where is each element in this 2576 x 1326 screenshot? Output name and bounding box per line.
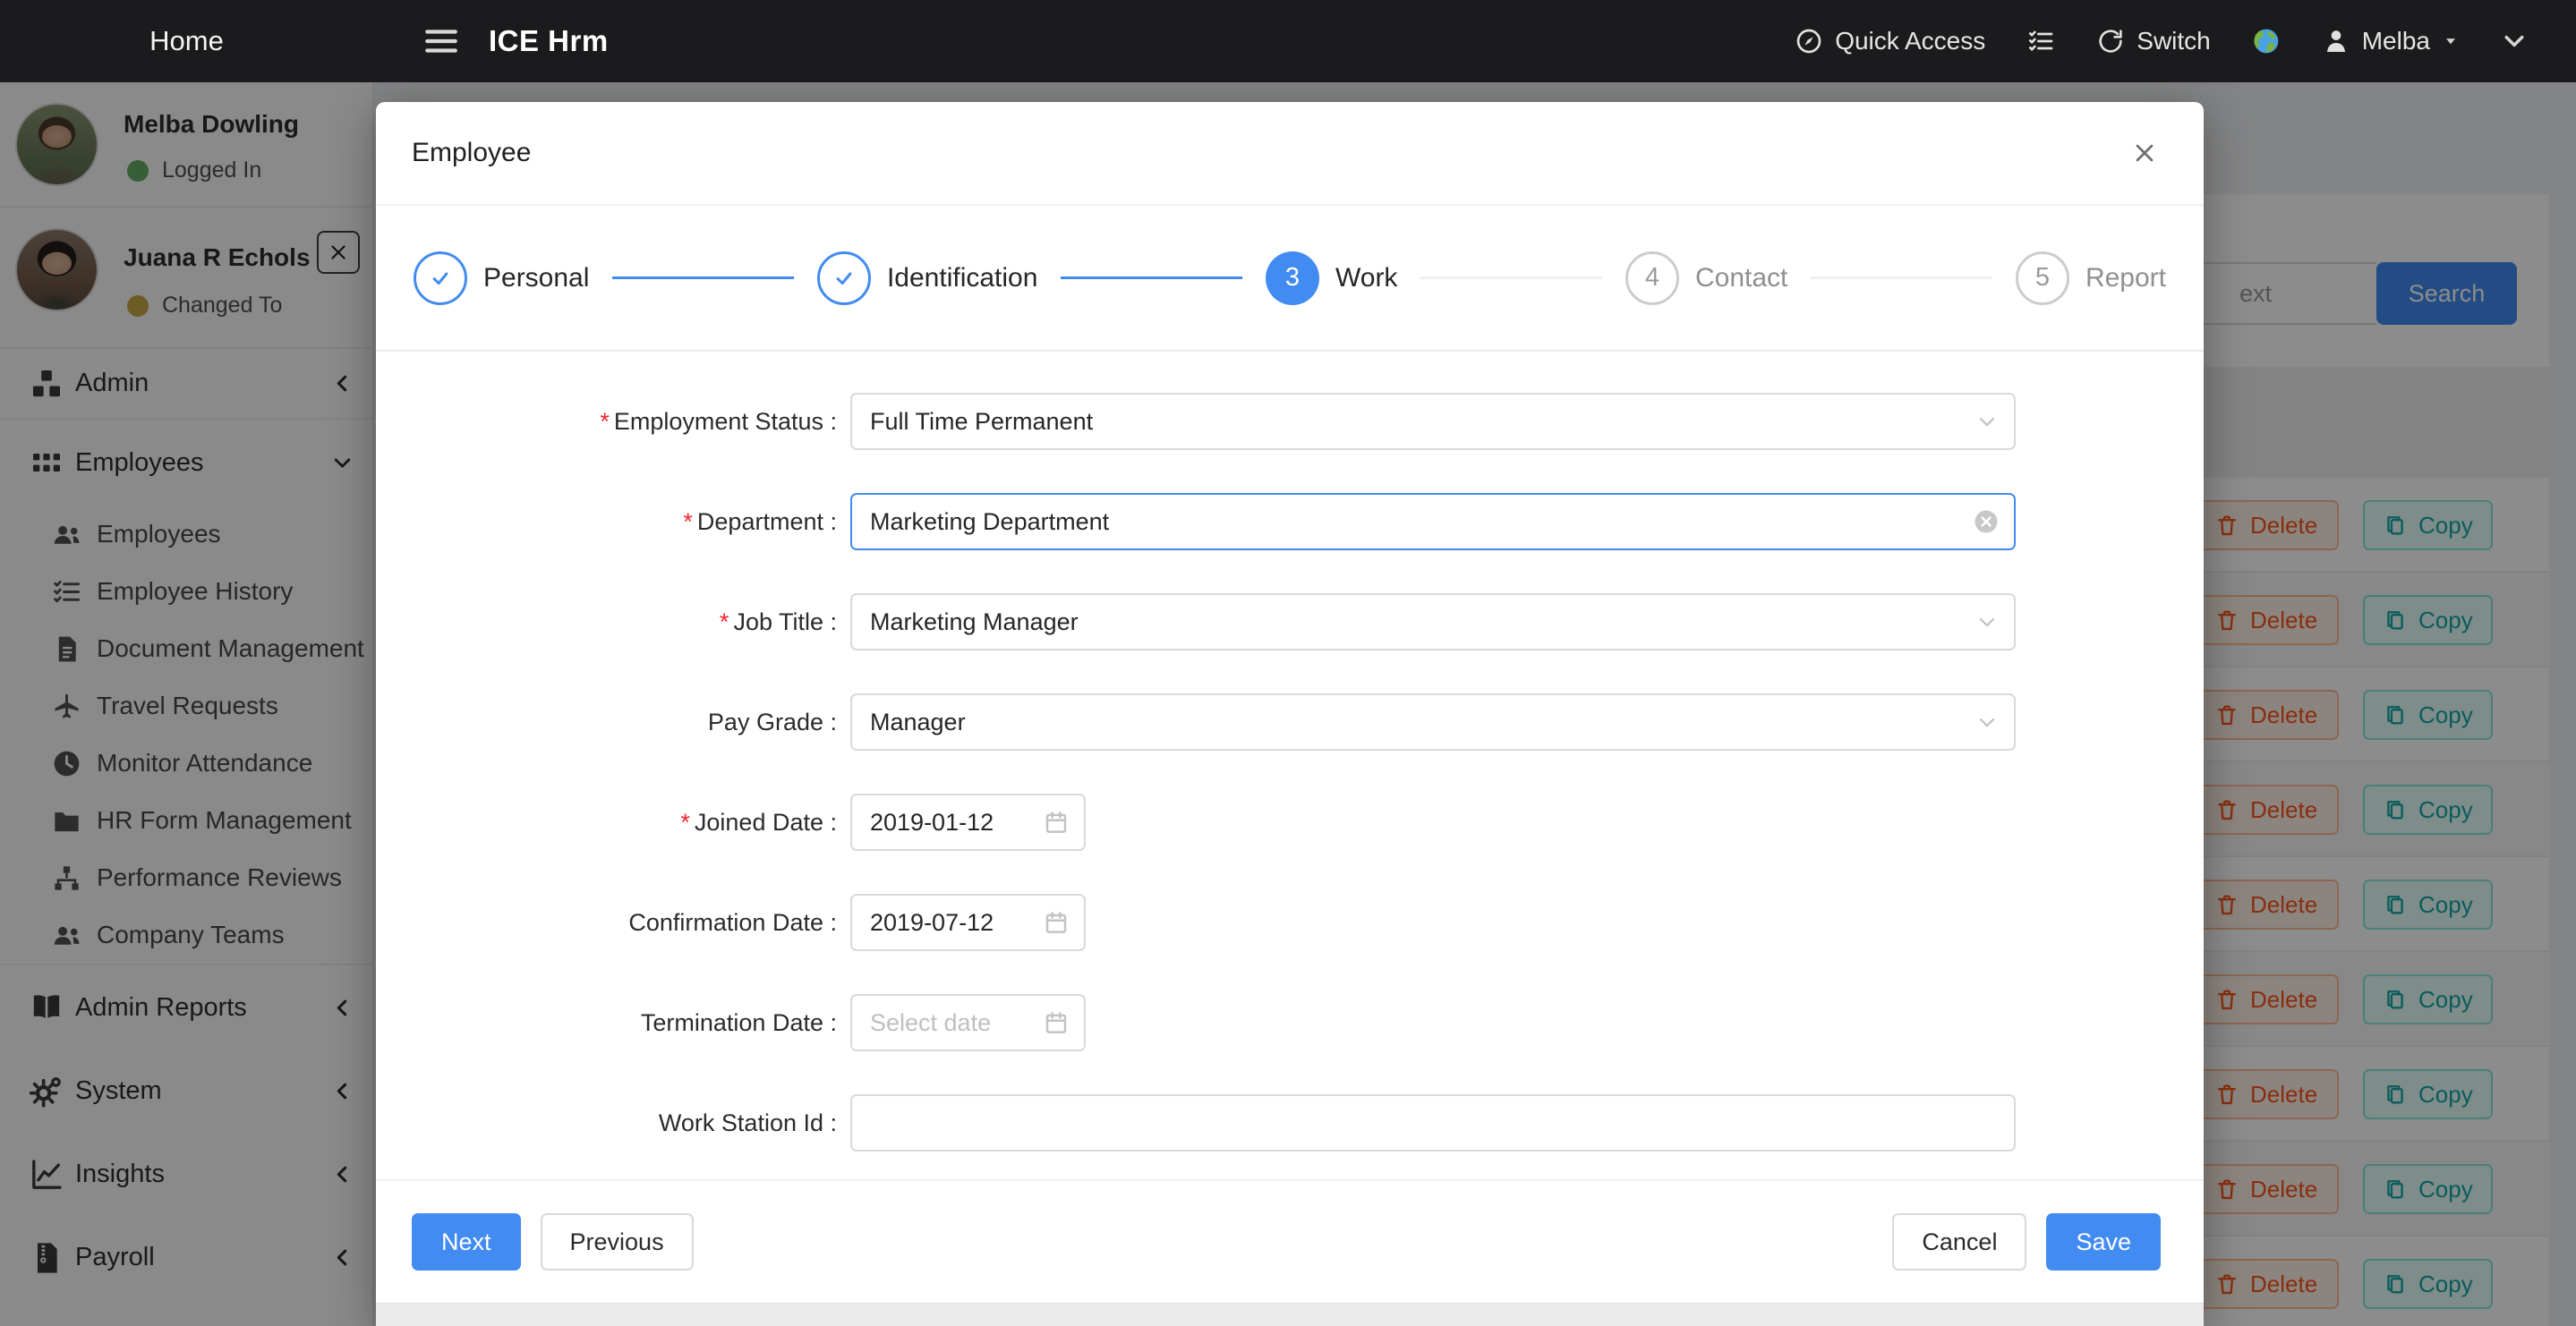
select-chevron-icon xyxy=(1975,609,2000,634)
globe-icon xyxy=(2252,27,2281,55)
form-row-employment-status: *Employment Status : Full Time Permanent xyxy=(412,393,2204,450)
required-asterisk: * xyxy=(720,608,729,635)
step-label: Contact xyxy=(1695,263,1787,293)
job-titleselect[interactable]: Marketing Manager xyxy=(850,593,2016,650)
form-row-job-title: *Job Title : Marketing Manager xyxy=(412,593,2204,650)
switch-icon xyxy=(2096,27,2125,55)
field-value: 2019-07-12 xyxy=(870,909,994,937)
step-connector xyxy=(612,276,794,279)
step-circle xyxy=(817,251,871,305)
required-asterisk: * xyxy=(600,408,610,435)
app-title: ICE Hrm xyxy=(489,24,609,58)
required-asterisk: * xyxy=(680,809,690,836)
field-value: Marketing Manager xyxy=(870,608,1079,636)
field-label: *Joined Date : xyxy=(412,809,837,837)
form-row-termination-date: Termination Date : Select date xyxy=(412,994,2204,1051)
clear-icon xyxy=(1973,508,2000,535)
step-label: Work xyxy=(1335,263,1397,293)
step-connector xyxy=(1811,276,1992,279)
field-label: Confirmation Date : xyxy=(412,909,837,937)
check-icon xyxy=(831,265,857,292)
hamburger-icon[interactable] xyxy=(422,22,460,60)
form-row-joined-date: *Joined Date : 2019-01-12 xyxy=(412,794,2204,851)
field-value: Manager xyxy=(870,709,966,736)
form-row-pay-grade: Pay Grade : Manager xyxy=(412,693,2204,751)
step-circle: 3 xyxy=(1266,251,1319,305)
field-value: Select date xyxy=(870,1009,991,1037)
select-chevron-icon xyxy=(1975,409,2000,434)
compass-icon xyxy=(1795,27,1823,55)
language-globe-button[interactable] xyxy=(2252,27,2281,55)
task-list-button[interactable] xyxy=(2026,27,2055,55)
person-icon xyxy=(2322,27,2350,55)
calendar-icon xyxy=(1043,809,1070,836)
confirmation-datedate-picker[interactable]: 2019-07-12 xyxy=(850,894,1086,951)
caret-down-icon xyxy=(2442,32,2460,50)
check-icon xyxy=(427,265,454,292)
cancel-button[interactable]: Cancel xyxy=(1892,1213,2026,1271)
step-label: Identification xyxy=(887,263,1037,293)
user-menu-label: Melba xyxy=(2362,27,2430,55)
step-circle: 5 xyxy=(2016,251,2069,305)
field-value: 2019-01-12 xyxy=(870,809,994,837)
save-button[interactable]: Save xyxy=(2046,1213,2161,1271)
field-label: Termination Date : xyxy=(412,1009,837,1037)
switch-label: Switch xyxy=(2137,27,2210,55)
collapse-chevron-icon[interactable] xyxy=(2501,28,2528,55)
required-asterisk: * xyxy=(683,508,693,535)
field-label: Work Station Id : xyxy=(412,1109,837,1137)
step-report: 5 Report xyxy=(2016,251,2166,305)
step-circle xyxy=(414,251,467,305)
calendar-icon xyxy=(1043,909,1070,936)
step-personal: Personal xyxy=(414,251,589,305)
step-wizard: Personal Identification 3 Work 4 Contact 5 Repo… xyxy=(376,206,2204,352)
modal-close-icon[interactable] xyxy=(2130,139,2159,167)
employee-modal: Employee Personal Identification 3 Work 4 Con… xyxy=(376,102,2204,1326)
work-form: *Employment Status :Full Time Permanent*… xyxy=(376,352,2204,1181)
previous-button[interactable]: Previous xyxy=(541,1213,694,1271)
modal-bottom-strip xyxy=(376,1303,2204,1326)
form-row-department: *Department : Marketing Department xyxy=(412,493,2204,550)
task-list-icon xyxy=(2026,27,2055,55)
joined-datedate-picker[interactable]: 2019-01-12 xyxy=(850,794,1086,851)
form-row-work-station-id: Work Station Id : xyxy=(412,1094,2204,1152)
step-connector xyxy=(1061,276,1242,279)
step-label: Report xyxy=(2086,263,2166,293)
switch-button[interactable]: Switch xyxy=(2096,27,2210,55)
field-label: Pay Grade : xyxy=(412,709,837,736)
field-value: Full Time Permanent xyxy=(870,408,1093,436)
step-identification: Identification xyxy=(817,251,1037,305)
pay-gradeselect[interactable]: Manager xyxy=(850,693,2016,751)
termination-datedate-picker[interactable]: Select date xyxy=(850,994,1086,1051)
calendar-icon xyxy=(1043,1009,1070,1036)
home-link[interactable]: Home xyxy=(0,25,373,57)
field-label: *Job Title : xyxy=(412,608,837,636)
step-connector xyxy=(1420,276,1602,279)
field-value: Marketing Department xyxy=(870,508,1109,536)
step-contact: 4 Contact xyxy=(1625,251,1787,305)
work-station-idinput[interactable] xyxy=(850,1094,2016,1152)
quick-access-button[interactable]: Quick Access xyxy=(1795,27,1985,55)
departmentselect[interactable]: Marketing Department xyxy=(850,493,2016,550)
field-label: *Employment Status : xyxy=(412,408,837,436)
modal-title: Employee xyxy=(412,138,531,168)
user-menu[interactable]: Melba xyxy=(2322,27,2460,55)
next-button[interactable]: Next xyxy=(412,1213,521,1271)
step-work: 3 Work xyxy=(1266,251,1397,305)
select-chevron-icon xyxy=(1975,710,2000,735)
employment-statusselect[interactable]: Full Time Permanent xyxy=(850,393,2016,450)
step-label: Personal xyxy=(483,263,589,293)
step-circle: 4 xyxy=(1625,251,1679,305)
form-row-confirmation-date: Confirmation Date : 2019-07-12 xyxy=(412,894,2204,951)
field-label: *Department : xyxy=(412,508,837,536)
quick-access-label: Quick Access xyxy=(1835,27,1985,55)
topbar: Home ICE Hrm Quick Access Switch Melba xyxy=(0,0,2576,82)
